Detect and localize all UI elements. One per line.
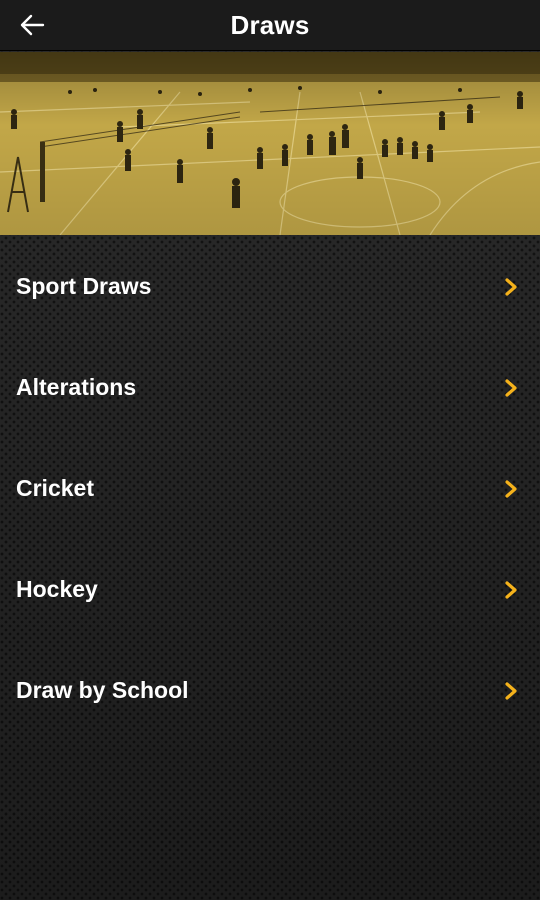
chevron-right-icon [502, 276, 520, 298]
menu-item-alterations[interactable]: Alterations [0, 337, 540, 438]
back-button[interactable] [14, 7, 50, 43]
chevron-right-icon [502, 478, 520, 500]
menu-item-label: Hockey [16, 576, 98, 602]
sports-hall-photo [0, 52, 540, 235]
menu-item-label: Cricket [16, 475, 94, 501]
hero-banner-image [0, 52, 540, 235]
menu-item-draw-by-school[interactable]: Draw by School [0, 640, 540, 741]
menu-item-sport-draws[interactable]: Sport Draws [0, 236, 540, 337]
menu-item-label: Sport Draws [16, 273, 152, 299]
chevron-right-icon [502, 377, 520, 399]
page-title: Draws [230, 9, 310, 40]
menu-item-cricket[interactable]: Cricket [0, 438, 540, 539]
menu-item-label: Alterations [16, 374, 137, 400]
top-app-bar: Draws [0, 0, 540, 51]
draws-menu-list: Sport Draws Alterations Cricket Hockey D… [0, 236, 540, 741]
menu-item-hockey[interactable]: Hockey [0, 539, 540, 640]
app-screen: Draws Sport Draws Alterations Cricket Ho… [0, 0, 540, 900]
chevron-right-icon [502, 579, 520, 601]
menu-item-label: Draw by School [16, 677, 189, 703]
arrow-left-icon [20, 14, 45, 36]
chevron-right-icon [502, 680, 520, 702]
